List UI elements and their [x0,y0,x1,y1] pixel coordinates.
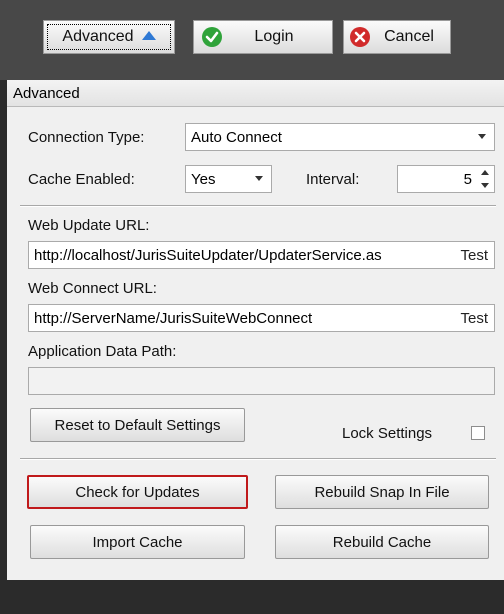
panel-header: Advanced [7,80,504,107]
rebuild-cache-button[interactable]: Rebuild Cache [275,525,489,559]
reset-defaults-label: Reset to Default Settings [54,416,221,434]
chevron-down-icon [255,176,263,181]
chevron-up-icon [141,28,156,46]
interval-spinner[interactable]: 5 [397,165,495,193]
interval-value: 5 [463,170,472,188]
lock-settings-checkbox[interactable] [471,426,485,440]
cache-enabled-label: Cache Enabled: [28,171,135,188]
top-toolbar: Advanced Login Cancel [0,0,504,80]
checkmark-icon [202,27,222,52]
chevron-down-icon [478,134,486,139]
rebuild-snap-in-file-label: Rebuild Snap In File [314,483,450,501]
rebuild-cache-label: Rebuild Cache [332,533,432,551]
reset-defaults-button[interactable]: Reset to Default Settings [30,408,245,442]
cache-enabled-select[interactable]: Yes [185,165,272,193]
import-cache-label: Import Cache [92,533,183,551]
web-update-test-link[interactable]: Test [460,247,488,264]
connection-type-label: Connection Type: [28,129,145,146]
check-for-updates-label: Check for Updates [75,483,200,501]
spinner-arrows-icon[interactable] [481,170,489,188]
web-connect-url-input[interactable]: http://ServerName/JurisSuiteWebConnect T… [28,304,495,332]
cancel-button[interactable]: Cancel [343,20,451,54]
advanced-panel: Advanced Connection Type: Auto Connect C… [7,80,504,580]
web-update-url-value: http://localhost/JurisSuiteUpdater/Updat… [34,246,382,264]
cache-enabled-value: Yes [191,170,216,188]
app-data-path-input[interactable] [28,367,495,395]
divider [20,458,496,460]
lock-settings-label: Lock Settings [342,425,433,442]
connection-type-value: Auto Connect [191,128,282,146]
web-connect-test-link[interactable]: Test [460,310,488,327]
web-update-url-label: Web Update URL: [28,217,150,234]
login-button[interactable]: Login [193,20,333,54]
divider [20,205,496,207]
advanced-toggle-button[interactable]: Advanced [43,20,175,54]
login-button-label: Login [254,28,294,45]
interval-label: Interval: [306,171,360,188]
bottom-bar [0,580,504,614]
cancel-button-label: Cancel [384,28,434,45]
web-connect-url-label: Web Connect URL: [28,280,157,297]
settings-form: Connection Type: Auto Connect Cache Enab… [20,115,496,580]
panel-title: Advanced [13,84,80,102]
cancel-x-icon [350,27,370,52]
web-update-url-input[interactable]: http://localhost/JurisSuiteUpdater/Updat… [28,241,495,269]
check-for-updates-button[interactable]: Check for Updates [27,475,248,509]
rebuild-snap-in-file-button[interactable]: Rebuild Snap In File [275,475,489,509]
connection-type-select[interactable]: Auto Connect [185,123,495,151]
advanced-button-label: Advanced [62,28,134,45]
app-data-path-label: Application Data Path: [28,343,177,360]
import-cache-button[interactable]: Import Cache [30,525,245,559]
web-connect-url-value: http://ServerName/JurisSuiteWebConnect [34,309,313,327]
